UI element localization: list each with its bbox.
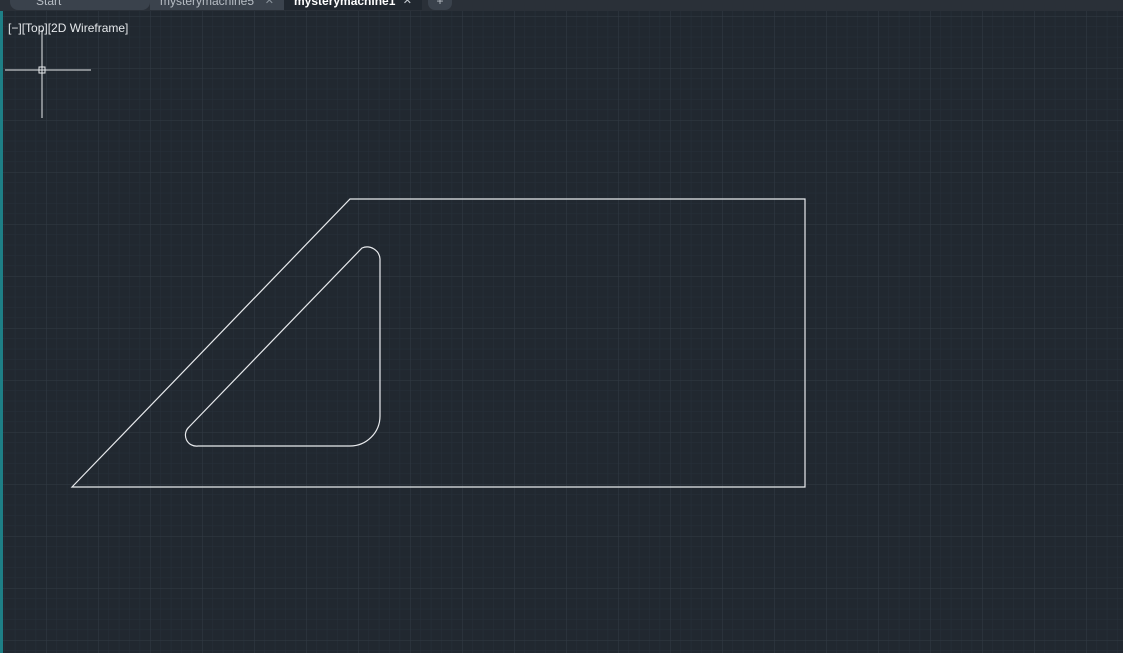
viewport-controls: [−][Top][2D Wireframe] (8, 21, 128, 35)
view-cube-control-top[interactable]: [Top] (22, 21, 48, 35)
close-icon[interactable]: ✕ (265, 0, 274, 8)
autocad-window: Start mysterymachine5 ✕ mysterymachine1 … (0, 0, 1123, 653)
close-icon[interactable]: ✕ (403, 0, 412, 8)
viewport-control-minimize[interactable]: [−] (8, 21, 22, 35)
tab-mysterymachine5[interactable]: mysterymachine5 ✕ (150, 0, 284, 10)
drawing-viewport[interactable] (3, 11, 1123, 653)
tab-mysterymachine1-label: mysterymachine1 (294, 0, 396, 8)
tab-mysterymachine1[interactable]: mysterymachine1 ✕ (284, 0, 422, 10)
new-tab-button[interactable]: + (428, 0, 452, 10)
file-tab-bar: Start mysterymachine5 ✕ mysterymachine1 … (0, 0, 1123, 11)
drawing-grid (3, 11, 1123, 653)
tab-mysterymachine5-label: mysterymachine5 (160, 0, 255, 8)
visual-style-control[interactable]: [2D Wireframe] (48, 21, 129, 35)
tab-start[interactable]: Start (10, 0, 150, 10)
model-space-canvas[interactable] (3, 11, 1123, 653)
tab-start-label: Start (36, 0, 62, 8)
